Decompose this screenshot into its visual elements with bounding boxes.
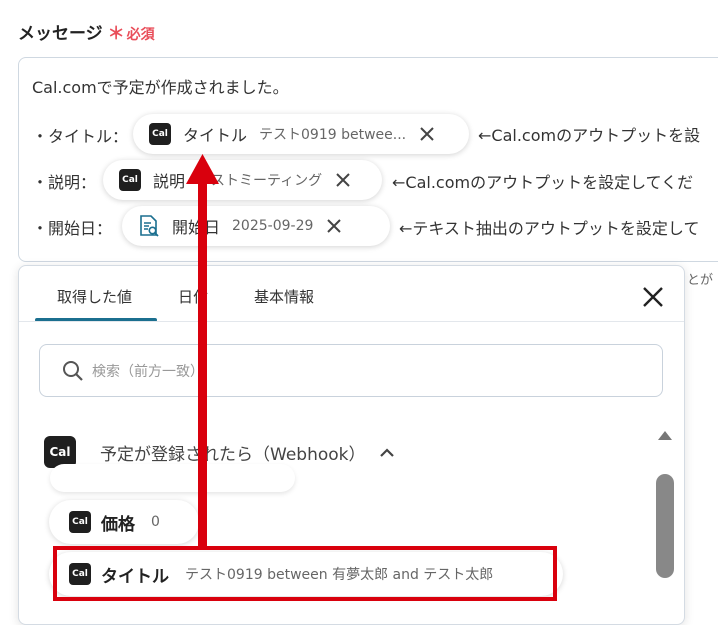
date-hint-text: ←テキスト抽出のアウトプットを設定して [399,219,700,238]
date-variable-chip[interactable]: 開始日 2025-09-29 [122,206,390,246]
cal-icon: Cal [69,511,91,533]
chip-value: テスト0919 betwee... [259,127,407,143]
search-input[interactable]: 検索（前方一致） [39,344,663,397]
remove-chip-icon[interactable] [334,171,352,189]
message-field-label: メッセージ＊必須 [18,19,155,44]
highlight-annotation-box [53,546,557,601]
output-item-price[interactable]: Cal 価格 0 [49,500,199,544]
title-prefix: ・タイトル： [32,127,129,146]
search-icon [63,360,83,381]
text-extract-document-icon [140,215,159,237]
remove-chip-icon[interactable] [418,125,436,143]
tab-basic-info[interactable]: 基本情報 [254,286,314,307]
date-prefix: ・開始日： [32,219,113,238]
chip-label: 開始日 [172,218,221,237]
scroll-up-arrow-icon[interactable] [656,428,674,442]
description-variable-chip[interactable]: Cal 説明 テストミーティング [103,160,382,200]
scrollbar-thumb[interactable] [656,474,674,578]
item-value: 0 [151,514,160,530]
tab-acquired-values[interactable]: 取得した値 [57,286,132,307]
tab-date[interactable]: 日付 [178,286,208,307]
chip-value: 2025-09-29 [232,218,314,234]
remove-chip-icon[interactable] [325,217,343,235]
title-variable-chip[interactable]: Cal タイトル テスト0919 betwee... [133,114,469,154]
field-label-text: メッセージ [18,24,103,44]
desc-hint-text: ←Cal.comのアウトプットを設定してくだ [392,173,694,192]
partially-hidden-item [50,464,295,492]
chip-label: 説明 [153,172,186,191]
tab-divider [19,321,684,322]
chevron-up-icon [380,448,395,457]
required-star: ＊ [107,24,125,44]
message-line-1: Cal.comで予定が作成されました。 [32,78,289,97]
desc-prefix: ・説明： [32,173,97,192]
cal-icon: Cal [119,169,141,191]
title-hint-text: ←Cal.comのアウトプットを設 [478,126,701,145]
search-placeholder: 検索（前方一致） [92,363,204,380]
cal-icon: Cal [149,123,171,145]
background-hint-text: とが [687,273,714,288]
required-text: 必須 [126,27,155,43]
group-label: 予定が登録されたら（Webhook） [100,444,366,465]
chip-value: テストミーティング [197,173,323,189]
item-label: 価格 [101,514,135,535]
close-icon[interactable] [640,284,666,310]
chip-label: タイトル [183,126,248,145]
